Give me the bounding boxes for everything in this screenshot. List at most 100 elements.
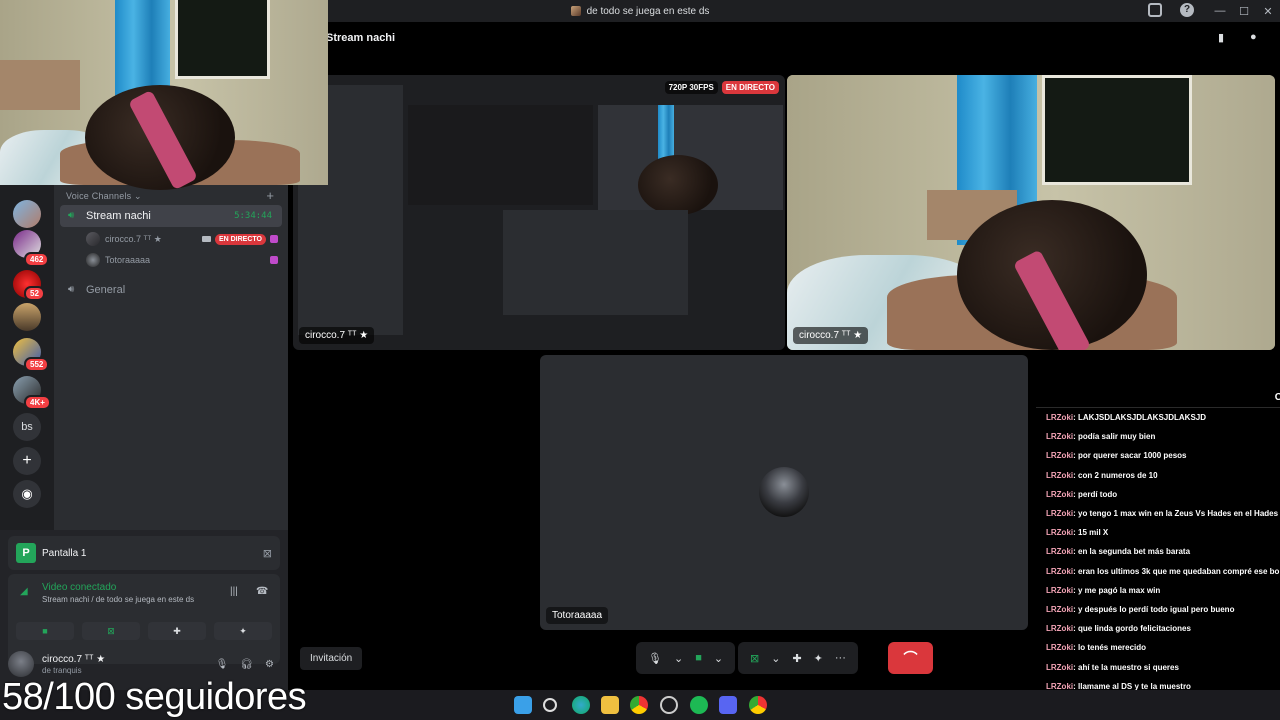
user-avatar[interactable]: [8, 651, 34, 677]
camera-icon: [201, 236, 211, 242]
chat-nickname: LRZoki: [1046, 413, 1074, 422]
bookmark-icon[interactable]: ▮: [1218, 31, 1232, 45]
chat-text: y me pagó la max win: [1078, 585, 1161, 595]
activity-name: Pantalla 1: [42, 547, 87, 559]
server-rail: 462 52 552 4K+ bs + ◉: [0, 185, 54, 535]
camera-icon[interactable]: ■: [695, 652, 702, 664]
add-channel-icon[interactable]: +: [266, 188, 274, 203]
channel-list: Voice Channels ⌄ + 🔊︎ Stream nachi 5:34:…: [54, 185, 288, 530]
noise-suppression-icon[interactable]: |||: [230, 586, 238, 597]
obs-icon[interactable]: [660, 696, 678, 714]
chat-message: LRZoki: eran los ultimos 3k que me queda…: [1046, 566, 1280, 576]
disconnect-icon[interactable]: ☎: [256, 586, 268, 597]
webcam-overlay: [0, 0, 328, 191]
soundboard-button[interactable]: ✦: [214, 622, 272, 640]
voice-channels-category[interactable]: Voice Channels ⌄: [66, 191, 142, 202]
chat-nickname: LRZoki: [1046, 547, 1074, 557]
quality-badge: 720P 30FPS: [664, 81, 718, 94]
activities-icon[interactable]: ✚: [792, 652, 801, 665]
voice-member[interactable]: Totoraaaaa: [86, 250, 278, 270]
channel-stream-nachi[interactable]: 🔊︎ Stream nachi 5:34:44: [60, 205, 282, 227]
user-panel: P Pantalla 1 ⊠ ◢ Video conectado Stream …: [0, 530, 288, 690]
voice-member[interactable]: cirocco.7 ᵀᵀ ★ EN DIRECTO: [86, 229, 278, 249]
chevron-down-icon[interactable]: ⌄: [771, 652, 780, 665]
call-timer: 5:34:44: [234, 211, 272, 221]
add-server-icon[interactable]: +: [13, 447, 41, 475]
chevron-down-icon[interactable]: ⌄: [714, 652, 723, 665]
chat-text: lo tenés merecido: [1078, 643, 1147, 653]
activity-card[interactable]: P Pantalla 1 ⊠: [8, 536, 280, 570]
soundboard-icon[interactable]: ✦: [814, 652, 823, 665]
chat-text: 15 mil X: [1078, 528, 1109, 538]
tile-label: cirocco.7 ᵀᵀ ★: [793, 327, 869, 344]
start-icon[interactable]: [514, 696, 532, 714]
chrome-icon[interactable]: [630, 696, 648, 714]
window-title: de todo se juega en este ds: [570, 5, 710, 17]
server-icon[interactable]: [13, 200, 41, 228]
member-name: Totoraaaaa: [105, 255, 151, 265]
disconnect-button[interactable]: ⌒: [888, 642, 933, 674]
edge-icon[interactable]: [572, 696, 590, 714]
server-icon[interactable]: [13, 303, 41, 331]
microphone-icon[interactable]: 🎙︎: [648, 652, 662, 665]
stream-icon: [270, 235, 278, 243]
chrome-icon[interactable]: [749, 696, 767, 714]
chat-text: yo tengo 1 max win en la Zeus Vs Hades e…: [1078, 509, 1279, 519]
discord-icon[interactable]: [719, 696, 737, 714]
member-name: cirocco.7 ᵀᵀ ★: [105, 233, 162, 244]
chat-text: con 2 numeros de 10: [1078, 470, 1158, 480]
unread-badge: 4K+: [24, 395, 51, 410]
server-text-icon[interactable]: bs: [13, 413, 41, 441]
settings-icon[interactable]: ⚙: [265, 659, 274, 670]
user-status: de tranquis: [42, 665, 82, 675]
minimize-button[interactable]: —: [1208, 5, 1232, 17]
username: cirocco.7 ᵀᵀ ★: [42, 653, 106, 665]
chat-nickname: LRZoki: [1046, 451, 1074, 461]
chat-nickname: LRZoki: [1046, 643, 1074, 653]
more-icon[interactable]: ···: [835, 652, 846, 664]
search-icon[interactable]: [543, 698, 557, 712]
chat-nickname: LRZoki: [1046, 528, 1074, 538]
invite-button[interactable]: Invitación: [300, 647, 363, 670]
chat-nickname: LRZoki: [1046, 432, 1074, 442]
chat-message: LRZoki: y me pagó la max win: [1046, 585, 1161, 595]
live-badge: EN DIRECTO: [721, 81, 779, 94]
participant-tile[interactable]: Totoraaaaa: [540, 355, 1028, 630]
connection-status: Video conectado: [42, 582, 117, 593]
file-explorer-icon[interactable]: [601, 696, 619, 714]
screen-share-tile[interactable]: 720P 30FPS EN DIRECTO cirocco.7 ᵀᵀ ★: [293, 75, 785, 350]
screen-share-button[interactable]: ⊠: [82, 622, 140, 640]
connection-location[interactable]: Stream nachi / de todo se juega en este …: [42, 595, 194, 604]
stop-stream-icon[interactable]: ⊠: [263, 547, 272, 560]
activities-button[interactable]: ✚: [148, 622, 206, 640]
screen-share-icon[interactable]: ⊠: [750, 652, 759, 665]
headphones-icon[interactable]: 🎧︎: [240, 659, 253, 670]
chat-text: podía salir muy bien: [1078, 432, 1156, 442]
chevron-down-icon[interactable]: ⌄: [674, 652, 683, 665]
window-title-text: de todo se juega en este ds: [586, 5, 710, 17]
webcam-tile[interactable]: cirocco.7 ᵀᵀ ★: [787, 75, 1275, 350]
stream-icon: [270, 256, 278, 264]
microphone-icon[interactable]: 🎙︎: [216, 659, 229, 670]
chat-nickname: LRZoki: [1046, 566, 1074, 576]
chat-nickname: LRZoki: [1046, 489, 1074, 499]
channel-general[interactable]: 🔊︎ General: [60, 279, 282, 301]
unread-badge: 462: [24, 252, 50, 267]
chat-icon[interactable]: ●: [1250, 31, 1264, 45]
chat-message: LRZoki: LAKJSDLAKSJDLAKSJDLAKSJD: [1046, 413, 1207, 422]
chat-message: LRZoki: 15 mil X: [1046, 528, 1109, 538]
maximize-button[interactable]: ☐: [1232, 5, 1256, 18]
spotify-icon[interactable]: [690, 696, 708, 714]
chat-message: LRZoki: con 2 numeros de 10: [1046, 470, 1158, 480]
chat-header: C: [1274, 392, 1280, 403]
camera-button[interactable]: ■: [16, 622, 74, 640]
followers-counter: 58/100 seguidores: [2, 676, 307, 718]
unread-badge: 52: [24, 286, 45, 301]
help-icon[interactable]: ?: [1180, 3, 1194, 17]
close-button[interactable]: ✕: [1256, 5, 1280, 18]
discover-icon[interactable]: ◉: [13, 480, 41, 508]
chat-nickname: LRZoki: [1046, 470, 1074, 480]
inbox-icon[interactable]: [1148, 3, 1162, 17]
chat-nickname: LRZoki: [1046, 624, 1074, 634]
chat-message: LRZoki: en la segunda bet más barata: [1046, 547, 1191, 557]
